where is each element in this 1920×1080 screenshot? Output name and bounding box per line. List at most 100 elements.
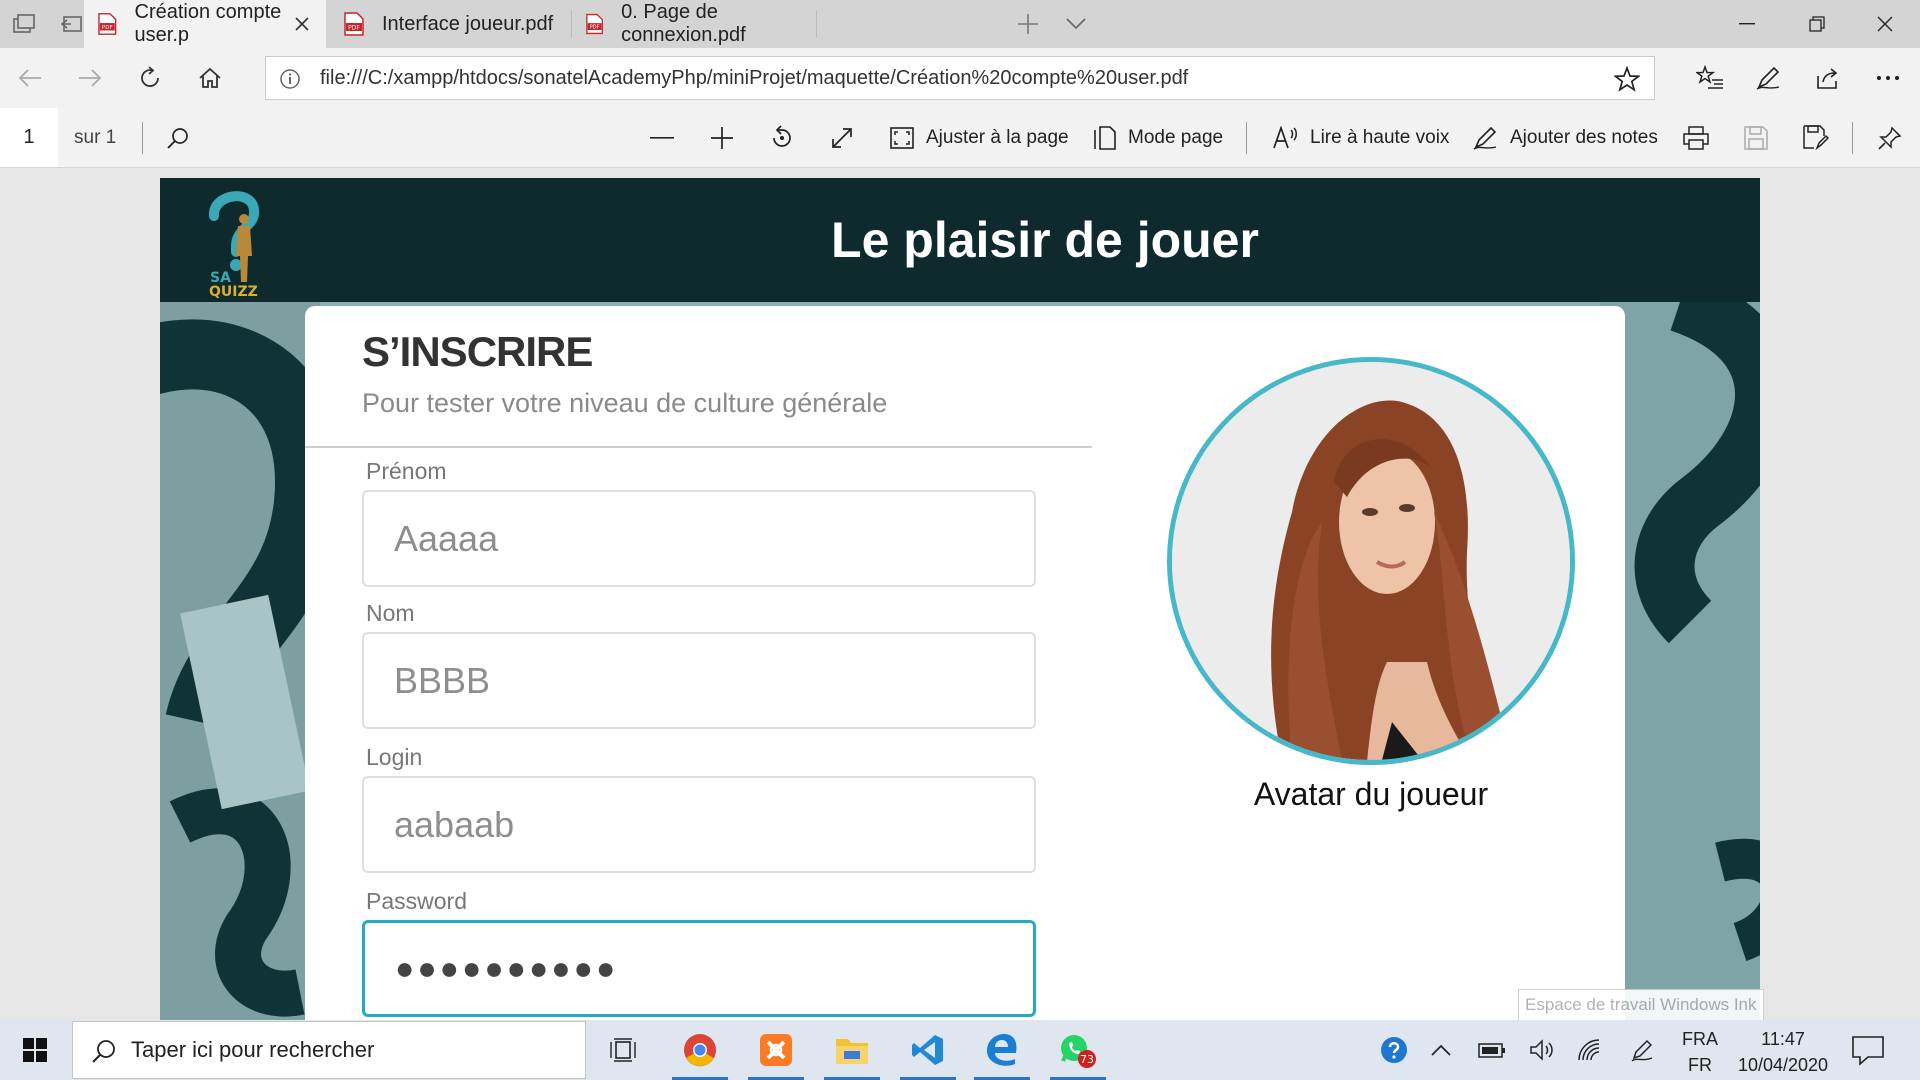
save-disk-icon (1744, 126, 1768, 150)
restore-button[interactable] (1782, 0, 1852, 48)
toolbar-divider (1246, 122, 1247, 154)
back-button[interactable] (14, 62, 46, 94)
fit-page-button[interactable]: Ajuster à la page (890, 108, 1069, 167)
forward-button[interactable] (74, 62, 106, 94)
browser-tab-bar: PDF Création compte user.p PDF Interface… (0, 0, 1920, 48)
close-tab-icon[interactable] (288, 10, 316, 38)
whatsapp-icon: 73 (1061, 1035, 1096, 1068)
show-hidden-icons-chevron-icon[interactable] (1424, 1020, 1458, 1080)
edge-icon (987, 1034, 1017, 1066)
tab-preview-chevron-icon[interactable] (1064, 12, 1088, 36)
battery-icon[interactable] (1472, 1020, 1512, 1080)
svg-text:PDF: PDF (348, 25, 360, 32)
clock-date: 10/04/2020 (1737, 1055, 1829, 1075)
new-tab-icon[interactable] (1016, 12, 1040, 36)
notes-button[interactable] (1752, 62, 1784, 94)
svg-text:PDF: PDF (590, 25, 600, 31)
forward-arrow-icon (79, 69, 102, 87)
restore-icon (1809, 16, 1825, 32)
info-icon[interactable] (278, 67, 302, 91)
search-icon (92, 1040, 115, 1063)
page-mode-button[interactable]: Mode page (1094, 108, 1223, 167)
taskbar-search-box[interactable]: Taper ici pour rechercher (72, 1021, 586, 1079)
tab-title: Interface joueur.pdf (382, 12, 554, 35)
windows-logo-icon (23, 1038, 47, 1062)
pdf-file-icon: PDF (98, 13, 117, 35)
expand-icon (832, 128, 852, 148)
login-field[interactable]: aabaab (362, 776, 1036, 873)
address-bar-row: file:///C:/xampp/htdocs/sonatelAcademyPh… (0, 48, 1920, 108)
chrome-icon (684, 1034, 716, 1067)
more-button[interactable] (1872, 62, 1904, 94)
rotate-icon (773, 125, 791, 147)
taskbar-app-chrome[interactable] (666, 1020, 734, 1080)
search-button[interactable] (162, 122, 194, 154)
tab-title: 0. Page de connexion.pdf (621, 1, 746, 46)
prenom-label: Prénom (366, 458, 447, 484)
fullscreen-button[interactable] (826, 122, 858, 154)
zoom-out-button[interactable] (646, 122, 678, 154)
password-field[interactable]: ●●●●●●●●●● (362, 920, 1036, 1017)
svg-text:PDF: PDF (102, 25, 113, 31)
tab-separator (816, 10, 817, 38)
favorites-button[interactable] (1694, 62, 1726, 94)
pdf-viewport[interactable]: SA QUIZZ Le plaisir de jouer S’INSCRIRE … (0, 168, 1920, 1020)
system-clock[interactable]: 11:47 10/04/2020 (1728, 1026, 1838, 1078)
url-field[interactable]: file:///C:/xampp/htdocs/sonatelAcademyPh… (265, 56, 1655, 100)
read-aloud-label: Lire à haute voix (1310, 126, 1450, 148)
rotate-button[interactable] (766, 122, 798, 154)
nom-field[interactable]: BBBB (362, 632, 1036, 729)
pdf-file-icon: PDF (344, 12, 364, 36)
taskbar-app-xampp[interactable] (742, 1020, 810, 1080)
task-view-icon (610, 1038, 636, 1062)
pin-toolbar-button[interactable] (1874, 122, 1906, 154)
page-number-input[interactable]: 1 (0, 108, 58, 167)
url-text: file:///C:/xampp/htdocs/sonatelAcademyPh… (320, 66, 1189, 89)
wifi-icon[interactable] (1570, 1020, 1610, 1080)
notification-center-icon[interactable] (1850, 1034, 1886, 1066)
zoom-in-button[interactable] (706, 122, 738, 154)
taskbar-app-file-explorer[interactable] (818, 1020, 886, 1080)
set-aside-tabs-icon[interactable] (60, 12, 84, 36)
print-button[interactable] (1680, 122, 1712, 154)
language-code: FRA (1682, 1029, 1718, 1049)
taskbar-app-vscode[interactable] (894, 1020, 962, 1080)
tab-interface-joueur[interactable]: PDF Interface joueur.pdf (330, 0, 570, 48)
signup-card: S’INSCRIRE Pour tester votre niveau de c… (305, 306, 1625, 1020)
save-as-button[interactable] (1800, 122, 1832, 154)
whatsapp-badge: 73 (1080, 1053, 1094, 1066)
print-icon (1683, 126, 1709, 150)
home-button[interactable] (194, 62, 226, 94)
add-notes-button[interactable]: Ajouter des notes (1472, 108, 1658, 167)
clock-time: 11:47 (1761, 1029, 1805, 1049)
save-button[interactable] (1740, 122, 1772, 154)
volume-icon[interactable] (1522, 1020, 1562, 1080)
pdf-file-icon: PDF (586, 13, 603, 35)
read-aloud-button[interactable]: Lire à haute voix (1272, 108, 1449, 167)
minus-icon (650, 137, 674, 139)
taskbar-app-edge[interactable] (968, 1020, 1036, 1080)
player-avatar[interactable] (1167, 357, 1575, 765)
tab-page-connexion[interactable]: PDF 0. Page de connexion.pdf (572, 0, 816, 48)
search-icon (167, 128, 188, 149)
pen-icon (1756, 66, 1780, 90)
taskbar-app-whatsapp[interactable]: 73 (1044, 1020, 1112, 1080)
start-button[interactable] (0, 1020, 70, 1080)
add-notes-label: Ajouter des notes (1510, 126, 1658, 148)
close-window-button[interactable] (1850, 0, 1920, 48)
tab-creation-compte[interactable]: PDF Création compte user.p (84, 0, 326, 48)
task-view-button[interactable] (590, 1020, 658, 1080)
help-icon[interactable] (1374, 1020, 1414, 1080)
minimize-button[interactable] (1712, 0, 1782, 48)
share-button[interactable] (1812, 62, 1844, 94)
tab-manager-icon[interactable] (12, 12, 36, 36)
prenom-field[interactable]: Aaaaa (362, 490, 1036, 587)
back-arrow-icon (18, 69, 41, 87)
input-language-indicator[interactable]: FRA FR (1680, 1026, 1720, 1078)
refresh-button[interactable] (134, 62, 166, 94)
home-icon (199, 67, 221, 88)
xampp-icon (760, 1034, 792, 1066)
toolbar-divider (1852, 122, 1853, 154)
windows-ink-pen-icon[interactable] (1622, 1020, 1662, 1080)
favorite-star-icon[interactable] (1614, 66, 1640, 92)
